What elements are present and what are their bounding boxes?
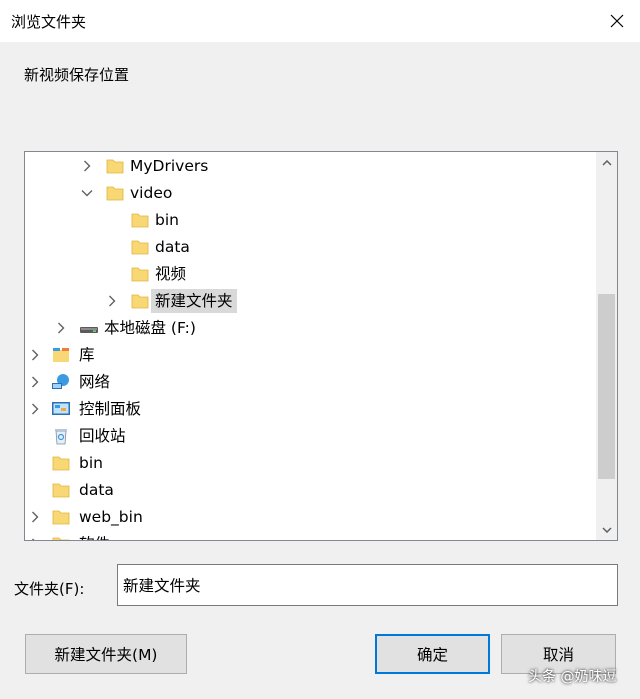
network-icon <box>51 372 71 392</box>
tree-item-label: 网络 <box>79 373 111 391</box>
tree-item[interactable]: data <box>25 234 597 260</box>
watermark: 头条 @奶味逗 <box>528 669 617 685</box>
tree-item[interactable]: 视频 <box>25 261 597 287</box>
chevron-right-icon[interactable] <box>80 159 94 173</box>
tree-item-label: 软件 <box>75 532 114 540</box>
window-title: 浏览文件夹 <box>11 13 87 31</box>
tree-item-label: 控制面板 <box>79 400 142 418</box>
tree-item-label: data <box>79 481 114 499</box>
tree-item[interactable]: video <box>25 180 597 206</box>
folder-tree[interactable]: MyDrivers video bin data 视频新建文件夹本地磁盘 (F:) 库网络… <box>24 151 618 541</box>
tree-item[interactable]: web_bin <box>25 504 597 530</box>
folder-icon <box>51 480 71 500</box>
ok-button[interactable]: 确定 <box>375 634 490 674</box>
folder-icon <box>130 210 150 230</box>
control-panel-icon <box>51 399 71 419</box>
folder-icon <box>130 237 150 257</box>
chevron-up-icon <box>601 159 612 166</box>
chevron-right-icon[interactable] <box>28 510 42 524</box>
folder-icon <box>105 183 125 203</box>
tree-item[interactable]: 新建文件夹 <box>25 288 597 314</box>
folder-icon <box>130 291 150 311</box>
folder-icon <box>130 264 150 284</box>
drive-icon <box>79 318 99 338</box>
title-bar: 浏览文件夹 <box>0 0 640 42</box>
tree-item-label: MyDrivers <box>130 157 209 175</box>
scroll-up-button[interactable] <box>596 152 617 173</box>
tree-item[interactable]: 控制面板 <box>25 396 597 422</box>
tree-item[interactable]: 本地磁盘 (F:) <box>25 315 597 341</box>
tree-item-label: 视频 <box>155 265 187 283</box>
chevron-right-icon[interactable] <box>28 537 42 540</box>
tree-item-label: data <box>155 238 190 256</box>
tree-item-label: video <box>130 184 173 202</box>
tree-item[interactable]: 软件 <box>25 531 597 540</box>
chevron-down-icon <box>601 526 612 533</box>
folder-field-label: 文件夹(F): <box>14 580 85 598</box>
tree-item[interactable]: 网络 <box>25 369 597 395</box>
chevron-right-icon[interactable] <box>28 375 42 389</box>
folder-icon <box>51 534 71 540</box>
tree-item-label: 新建文件夹 <box>151 289 237 313</box>
tree-item[interactable]: 库 <box>25 342 597 368</box>
tree-item-label: bin <box>79 454 103 472</box>
tree-item[interactable]: MyDrivers <box>25 153 597 179</box>
chevron-right-icon[interactable] <box>28 402 42 416</box>
tree-item-label: 回收站 <box>79 427 126 445</box>
folder-icon <box>51 453 71 473</box>
vertical-scrollbar[interactable] <box>596 152 617 540</box>
tree-item[interactable]: bin <box>25 450 597 476</box>
new-folder-button[interactable]: 新建文件夹(M) <box>25 634 187 674</box>
recycle-bin-icon <box>51 426 71 446</box>
tree-item[interactable]: 回收站 <box>25 423 597 449</box>
folder-tree-viewport: MyDrivers video bin data 视频新建文件夹本地磁盘 (F:) 库网络… <box>25 152 597 540</box>
tree-item-label: bin <box>155 211 179 229</box>
scrollbar-thumb[interactable] <box>598 294 615 479</box>
chevron-down-icon[interactable] <box>80 186 94 200</box>
close-icon <box>610 14 624 28</box>
chevron-right-icon[interactable] <box>28 348 42 362</box>
chevron-right-icon[interactable] <box>54 321 68 335</box>
tree-item[interactable]: data <box>25 477 597 503</box>
tree-item[interactable]: bin <box>25 207 597 233</box>
chevron-right-icon[interactable] <box>105 294 119 308</box>
tree-item-label: 本地磁盘 (F:) <box>104 319 196 337</box>
folder-name-input[interactable] <box>117 564 618 606</box>
close-button[interactable] <box>594 0 640 42</box>
folder-icon <box>105 156 125 176</box>
tree-item-label: web_bin <box>79 508 143 526</box>
scroll-down-button[interactable] <box>596 519 617 540</box>
dialog-prompt: 新视频保存位置 <box>24 66 130 84</box>
library-icon <box>51 345 71 365</box>
folder-icon <box>51 507 71 527</box>
tree-item-label: 库 <box>79 346 95 364</box>
